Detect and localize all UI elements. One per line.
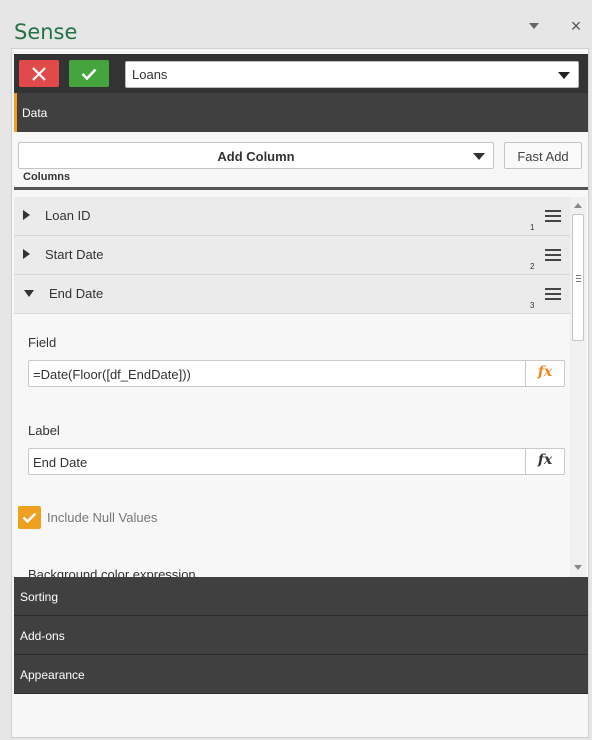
table-select[interactable]: Loans [125, 61, 579, 88]
background-expression-label: Background color expression [28, 567, 196, 577]
expand-arrow-icon[interactable] [23, 249, 30, 259]
column-name: End Date [49, 286, 104, 301]
column-index: 1 [530, 223, 535, 232]
column-item-loan-id[interactable]: Loan ID 1 [14, 197, 570, 236]
field-label: Field [28, 335, 57, 350]
cancel-button[interactable] [19, 60, 59, 87]
field-expression-value: =Date(Floor([df_EndDate])) [33, 367, 191, 382]
column-item-start-date[interactable]: Start Date 2 [14, 236, 570, 275]
expression-editor-icon[interactable]: fx [525, 361, 564, 386]
column-item-end-date[interactable]: End Date 3 [14, 275, 570, 314]
chevron-down-icon[interactable] [529, 23, 539, 29]
column-detail: Field =Date(Floor([df_EndDate])) fx Labe… [14, 314, 570, 577]
scroll-down-icon[interactable] [574, 565, 582, 570]
section-addons[interactable]: Add-ons [14, 616, 588, 655]
close-icon [32, 66, 46, 81]
close-icon[interactable]: × [568, 17, 584, 35]
checkmark-icon [81, 68, 97, 80]
label-expression-value: End Date [33, 455, 88, 470]
column-index: 3 [530, 301, 535, 310]
drag-handle-icon[interactable] [545, 249, 561, 261]
collapse-arrow-icon[interactable] [24, 290, 34, 297]
grip-icon [576, 275, 581, 284]
label-expression-input[interactable]: End Date fx [28, 448, 565, 475]
column-list[interactable]: Loan ID 1 Start Date 2 End Date 3 Field … [14, 197, 588, 577]
columns-heading: Columns [23, 171, 71, 183]
vertical-scrollbar[interactable] [570, 197, 586, 577]
confirm-button[interactable] [69, 60, 109, 87]
include-null-label: Include Null Values [47, 510, 158, 525]
column-index: 2 [530, 262, 535, 271]
divider [14, 187, 588, 190]
add-column-label: Add Column [217, 149, 295, 164]
column-name: Start Date [45, 247, 104, 262]
expression-editor-icon[interactable]: fx [525, 449, 564, 474]
column-name: Loan ID [45, 208, 91, 223]
app-title: Sense [14, 20, 78, 44]
title-bar: Sense × [0, 0, 592, 48]
label-label: Label [28, 423, 60, 438]
expand-arrow-icon[interactable] [23, 210, 30, 220]
drag-handle-icon[interactable] [545, 210, 561, 222]
fast-add-button[interactable]: Fast Add [504, 142, 582, 169]
drag-handle-icon[interactable] [545, 288, 561, 300]
properties-panel: Loans Data Add Column Fast Add Columns L… [11, 48, 589, 738]
section-appearance[interactable]: Appearance [14, 655, 588, 694]
section-data[interactable]: Data [14, 93, 588, 132]
scroll-up-icon[interactable] [574, 203, 582, 208]
section-sorting[interactable]: Sorting [14, 577, 588, 616]
chevron-down-icon [473, 153, 485, 160]
chevron-down-icon [558, 72, 570, 79]
table-select-value: Loans [132, 67, 168, 82]
field-expression-input[interactable]: =Date(Floor([df_EndDate])) fx [28, 360, 565, 387]
top-toolbar: Loans [14, 54, 588, 93]
scroll-thumb[interactable] [572, 214, 584, 341]
add-column-button[interactable]: Add Column [18, 142, 494, 169]
include-null-checkbox[interactable] [18, 506, 41, 529]
checkmark-icon [22, 512, 37, 523]
